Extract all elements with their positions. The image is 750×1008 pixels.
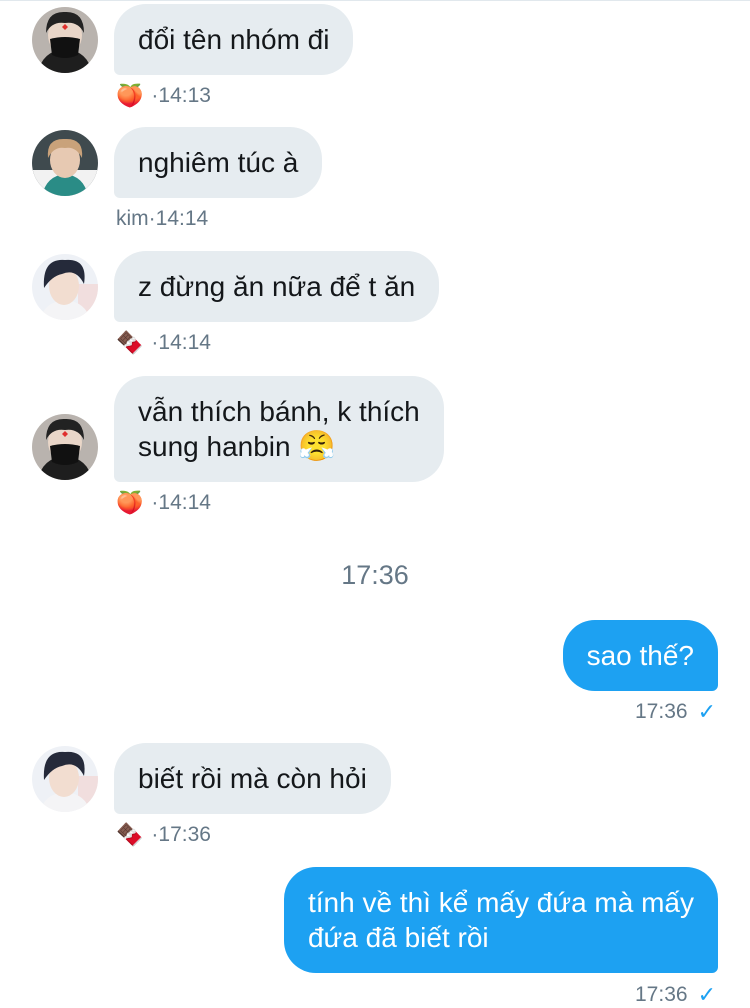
- divider: [0, 0, 750, 1]
- message-time: 14:14: [158, 491, 211, 514]
- message-time: 14:14: [155, 207, 209, 230]
- avatar-masked-user[interactable]: [32, 414, 98, 480]
- meta-separator: ·: [148, 207, 156, 230]
- meta-separator: ·: [151, 331, 159, 354]
- message-bubble-incoming[interactable]: vẫn thích bánh, k thích sung hanbin 😤: [114, 376, 444, 482]
- sender-emoji: 🍑: [116, 490, 144, 515]
- conversation-view: đổi tên nhóm đi 🍑 · 14:13 nghiêm túc à k…: [0, 0, 750, 1008]
- message-meta: 🍑 · 14:13: [116, 83, 211, 109]
- message-meta: 🍫 · 17:36: [116, 822, 211, 848]
- avatar-kim[interactable]: [32, 130, 98, 196]
- huffing-face-emoji: 😤: [298, 430, 336, 463]
- time-separator: 17:36: [341, 560, 409, 590]
- avatar-dark-hair-user[interactable]: [32, 746, 98, 812]
- message-meta: 🍫 · 14:14: [116, 330, 211, 356]
- message-text-line-2: sung hanbin: [138, 431, 291, 462]
- sender-emoji: 🍑: [116, 83, 144, 108]
- sender-name: kim: [116, 207, 149, 230]
- message-meta: 17:36 ✓: [635, 699, 716, 725]
- message-meta: kim · 14:14: [116, 206, 208, 232]
- message-bubble-outgoing[interactable]: sao thế?: [562, 620, 718, 691]
- read-check-icon: ✓: [697, 699, 716, 724]
- message-text-line-1: vẫn thích bánh, k thích: [138, 396, 420, 427]
- message-time: 14:13: [158, 84, 211, 107]
- avatar-masked-user[interactable]: [32, 7, 98, 73]
- meta-separator: ·: [151, 823, 159, 846]
- message-text: z đừng ăn nữa để t ăn: [138, 271, 416, 302]
- message-bubble-outgoing[interactable]: tính về thì kể mấy đứa mà mấy đứa đã biế…: [283, 867, 718, 973]
- message-meta: 17:36 ✓: [635, 982, 716, 1008]
- message-text: biết rồi mà còn hỏi: [138, 763, 367, 794]
- message-time: 17:36: [635, 700, 688, 723]
- message-bubble-incoming[interactable]: nghiêm túc à: [114, 127, 323, 198]
- message-bubble-incoming[interactable]: đổi tên nhóm đi: [114, 4, 354, 75]
- meta-separator: ·: [151, 491, 159, 514]
- message-bubble-incoming[interactable]: biết rồi mà còn hỏi: [114, 743, 391, 814]
- message-text-line-1: tính về thì kể mấy đứa mà mấy: [307, 887, 694, 918]
- avatar-dark-hair-user[interactable]: [32, 254, 98, 320]
- meta-separator: ·: [151, 84, 159, 107]
- sender-emoji: 🍫: [116, 330, 144, 355]
- message-meta: 🍑 · 14:14: [116, 490, 211, 516]
- message-text: nghiêm túc à: [138, 147, 299, 178]
- message-time: 14:14: [158, 331, 211, 354]
- message-bubble-incoming[interactable]: z đừng ăn nữa để t ăn: [114, 251, 440, 322]
- message-text-line-2: đứa đã biết rồi: [307, 922, 489, 953]
- sender-emoji: 🍫: [116, 822, 144, 847]
- message-time: 17:36: [158, 823, 211, 846]
- read-check-icon: ✓: [697, 982, 716, 1007]
- message-text: đổi tên nhóm đi: [138, 24, 330, 55]
- message-text: sao thế?: [586, 640, 694, 671]
- message-time: 17:36: [635, 983, 688, 1006]
